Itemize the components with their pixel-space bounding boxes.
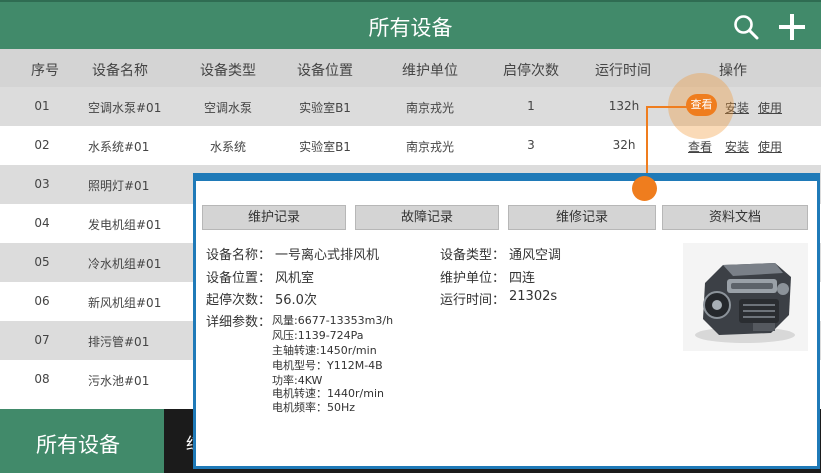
device-name-label: 设备名称： xyxy=(206,248,272,263)
connector-dot xyxy=(632,176,657,201)
detail-line: 风压:1139-724Pa xyxy=(272,329,364,342)
row-id: 01 xyxy=(34,99,50,113)
device-starts-value: 56.0次 xyxy=(275,293,317,308)
row-unit: 南京戎光 xyxy=(405,140,455,154)
tab-documents[interactable]: 资料文档 xyxy=(662,205,808,230)
col-header-actions: 操作 xyxy=(719,63,747,79)
detail-line: 电机频率：50Hz xyxy=(272,401,356,414)
runtime-label: 运行时间： xyxy=(440,293,506,308)
row-runtime: 132h xyxy=(608,99,640,113)
row-name: 空调水泵#01 xyxy=(88,101,162,115)
row-location: 实验室B1 xyxy=(299,101,351,115)
col-header-unit: 维护单位 xyxy=(402,63,458,79)
detail-line: 电机型号：Y112M-4B xyxy=(272,359,383,372)
row-name: 污水池#01 xyxy=(88,374,150,388)
use-link[interactable]: 使用 xyxy=(758,138,782,155)
tab-fault-records[interactable]: 故障记录 xyxy=(355,205,499,230)
detail-line: 风量:6677-13353m3/h xyxy=(272,314,394,327)
runtime-value: 21302s xyxy=(509,289,558,304)
col-header-runtime: 运行时间 xyxy=(595,63,651,79)
row-id: 05 xyxy=(34,255,50,269)
col-header-count: 启停次数 xyxy=(503,63,559,79)
row-id: 02 xyxy=(34,138,50,152)
use-link[interactable]: 使用 xyxy=(758,99,782,116)
details-label: 详细参数： xyxy=(206,315,272,330)
tab-all-devices[interactable]: 所有设备 xyxy=(0,409,164,473)
row-type: 空调水泵 xyxy=(203,101,253,115)
col-header-id: 序号 xyxy=(31,63,59,79)
row-count: 1 xyxy=(527,99,535,113)
row-name: 冷水机组#01 xyxy=(88,257,162,271)
row-id: 08 xyxy=(34,372,50,386)
device-detail-popup: 维护记录 故障记录 维修记录 资料文档 设备名称： 一号离心式排风机 设备位置：… xyxy=(193,173,820,469)
row-name: 照明灯#01 xyxy=(88,179,150,193)
app-header: 所有设备 xyxy=(0,0,821,49)
view-link[interactable]: 查看 xyxy=(688,138,712,155)
connector-line xyxy=(646,106,688,108)
engine-image xyxy=(683,243,808,351)
device-location-label: 设备位置： xyxy=(206,271,272,286)
device-type-value: 通风空调 xyxy=(509,248,562,263)
row-name: 发电机组#01 xyxy=(88,218,162,232)
maintenance-unit-value: 四连 xyxy=(509,271,536,286)
tab-maintenance-records[interactable]: 维护记录 xyxy=(202,205,346,230)
row-location: 实验室B1 xyxy=(299,140,351,154)
row-type: 水系统 xyxy=(209,140,247,154)
tab-repair-records[interactable]: 维修记录 xyxy=(508,205,656,230)
row-name: 水系统#01 xyxy=(88,140,150,154)
detail-line: 主轴转速:1450r/min xyxy=(272,344,377,357)
device-name-value: 一号离心式排风机 xyxy=(275,248,380,263)
row-count: 3 xyxy=(527,138,535,152)
row-runtime: 32h xyxy=(612,138,636,152)
col-header-name: 设备名称 xyxy=(92,63,148,79)
view-button[interactable]: 查看 xyxy=(686,94,717,116)
row-id: 06 xyxy=(34,294,50,308)
tab-all-devices-label: 所有设备 xyxy=(36,433,120,457)
device-type-label: 设备类型： xyxy=(440,248,506,263)
row-unit: 南京戎光 xyxy=(405,101,455,115)
search-icon[interactable] xyxy=(733,14,759,40)
page-title: 所有设备 xyxy=(368,16,453,40)
device-location-value: 风机室 xyxy=(275,271,315,286)
maintenance-unit-label: 维护单位： xyxy=(440,271,506,286)
col-header-type: 设备类型 xyxy=(200,63,256,79)
row-id: 04 xyxy=(34,216,50,230)
row-name: 新风机组#01 xyxy=(88,296,162,310)
device-starts-label: 起停次数： xyxy=(206,293,272,308)
row-id: 07 xyxy=(34,333,50,347)
plus-icon[interactable] xyxy=(778,13,806,41)
install-link[interactable]: 安装 xyxy=(725,138,749,155)
row-name: 排污管#01 xyxy=(88,335,150,349)
col-header-location: 设备位置 xyxy=(297,63,353,79)
row-id: 03 xyxy=(34,177,50,191)
